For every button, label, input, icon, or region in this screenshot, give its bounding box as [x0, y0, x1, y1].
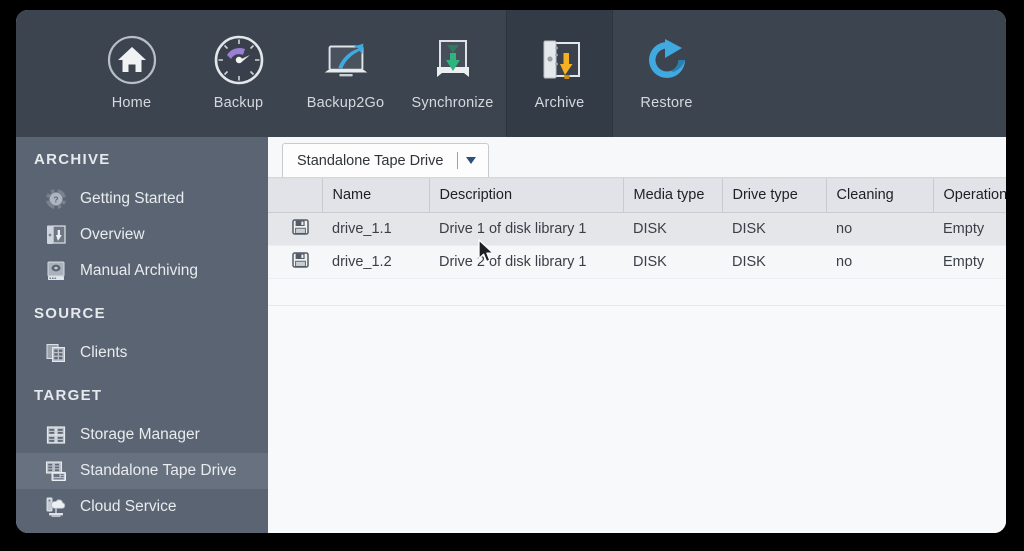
row-drive-icon-cell [268, 212, 322, 246]
application-window: Home Backup Backup2Go Synchronize Archiv… [16, 10, 1006, 533]
drive-icon [291, 218, 309, 239]
home-icon [104, 32, 160, 88]
toolbar-item-home[interactable]: Home [78, 10, 185, 137]
cloud-service-icon [44, 495, 68, 519]
refresh-arrow-icon [639, 32, 695, 88]
svg-text:?: ? [53, 194, 58, 204]
sidebar-navigation: ARCHIVE ? Getting Started Overview Manua… [16, 137, 268, 533]
sidebar-item-clients[interactable]: Clients [16, 335, 268, 371]
table-row[interactable]: drive_1.1 Drive 1 of disk library 1 DISK… [268, 212, 1006, 246]
cell-media-type: DISK [623, 245, 722, 279]
laptop-arrow-icon [318, 32, 374, 88]
tab-label: Standalone Tape Drive [297, 152, 444, 169]
cell-cleaning: no [826, 212, 933, 246]
tab-standalone-tape-drive[interactable]: Standalone Tape Drive [282, 143, 490, 177]
cell-operation: Empty [933, 212, 1006, 246]
help-badge-icon: ? [44, 187, 68, 211]
vault-door-icon [532, 32, 588, 88]
column-header-cleaning[interactable]: Cleaning [826, 178, 934, 213]
toolbar-item-backup2go[interactable]: Backup2Go [292, 10, 399, 137]
cell-name: drive_1.1 [322, 212, 429, 246]
content-panel: Standalone Tape Drive Name Description M… [268, 137, 1006, 533]
sidebar-item-overview[interactable]: Overview [16, 217, 268, 253]
column-header-name[interactable]: Name [322, 178, 430, 213]
sidebar-item-label: Cloud Service [80, 498, 177, 515]
sidebar-item-standalone-tape-drive[interactable]: Standalone Tape Drive [16, 453, 268, 489]
table-row[interactable]: drive_1.2 Drive 2 of disk library 1 DISK… [268, 245, 1006, 279]
cell-media-type: DISK [623, 212, 722, 246]
cell-name: drive_1.2 [322, 245, 429, 279]
cell-description: Drive 1 of disk library 1 [429, 212, 623, 246]
tape-drive-icon [44, 459, 68, 483]
sidebar-item-label: Overview [80, 226, 145, 243]
cell-drive-type: DISK [722, 245, 826, 279]
sidebar-item-getting-started[interactable]: ? Getting Started [16, 181, 268, 217]
chevron-down-icon[interactable] [466, 157, 477, 164]
sidebar-item-label: Storage Manager [80, 426, 200, 443]
sidebar-group-archive-title: ARCHIVE [34, 151, 111, 168]
sidebar-item-label: Manual Archiving [80, 262, 199, 279]
sidebar-item-label: Standalone Tape Drive [80, 462, 237, 479]
sidebar-item-manual-archiving[interactable]: Manual Archiving [16, 253, 268, 289]
vault-door-icon [44, 223, 68, 247]
clients-icon [44, 341, 68, 365]
table-blank-area [268, 306, 1006, 533]
table-empty-row [268, 279, 1006, 306]
toolbar-label: Restore [640, 95, 693, 111]
tab-separator [457, 152, 459, 169]
toolbar-item-backup[interactable]: Backup [185, 10, 292, 137]
cell-description: Drive 2 of disk library 1 [429, 245, 623, 279]
toolbar-label: Home [111, 95, 152, 111]
tab-bar: Standalone Tape Drive [268, 137, 1006, 178]
toolbar-item-archive[interactable]: Archive [506, 10, 613, 137]
drive-icon [291, 251, 309, 272]
toolbar-label: Backup [213, 95, 264, 111]
sidebar-group-target-title: TARGET [34, 387, 103, 404]
toolbar-label: Backup2Go [306, 95, 385, 111]
main-toolbar: Home Backup Backup2Go Synchronize Archiv… [16, 10, 1006, 137]
sidebar-item-cloud-service[interactable]: Cloud Service [16, 489, 268, 525]
tape-device-icon [44, 259, 68, 283]
toolbar-label: Archive [534, 95, 585, 111]
storage-manager-icon [44, 423, 68, 447]
sidebar-group-source-title: SOURCE [34, 305, 106, 322]
column-header-icon[interactable] [268, 178, 323, 213]
sync-arrows-icon [425, 32, 481, 88]
column-header-description[interactable]: Description [429, 178, 624, 213]
sidebar-item-label: Getting Started [80, 190, 185, 207]
column-header-media-type[interactable]: Media type [623, 178, 723, 213]
sidebar-item-label: Clients [80, 344, 128, 361]
toolbar-label: Synchronize [411, 95, 494, 111]
row-drive-icon-cell [268, 245, 322, 279]
cell-operation: Empty [933, 245, 1006, 279]
table-header-row: Name Description Media type Drive type C… [268, 178, 1006, 213]
column-header-drive-type[interactable]: Drive type [722, 178, 827, 213]
toolbar-item-restore[interactable]: Restore [613, 10, 720, 137]
cell-drive-type: DISK [722, 212, 826, 246]
gauge-icon [211, 32, 267, 88]
cell-cleaning: no [826, 245, 933, 279]
column-header-operation[interactable]: Operation [933, 178, 1006, 213]
toolbar-left-spacer [16, 10, 78, 137]
drives-table: Name Description Media type Drive type C… [268, 178, 1006, 279]
sidebar-item-storage-manager[interactable]: Storage Manager [16, 417, 268, 453]
toolbar-item-synchronize[interactable]: Synchronize [399, 10, 506, 137]
